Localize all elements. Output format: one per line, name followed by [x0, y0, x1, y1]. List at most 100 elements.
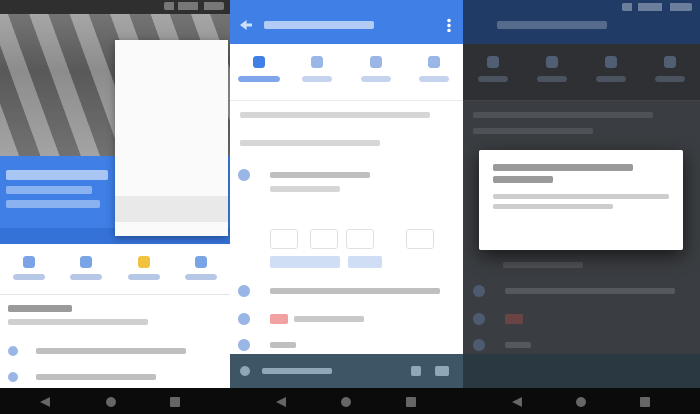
- list-item: [463, 276, 700, 306]
- action-item[interactable]: [0, 244, 58, 294]
- menu-item[interactable]: [115, 40, 228, 66]
- panel-3: [463, 0, 700, 388]
- tab[interactable]: [288, 44, 346, 100]
- system-nav-bar: [0, 388, 700, 414]
- status-bar: [0, 0, 230, 14]
- item-icon: [473, 339, 485, 351]
- action-icon: [80, 256, 93, 268]
- tab-icon: [605, 56, 618, 68]
- tab-icon: [427, 56, 440, 68]
- menu-item[interactable]: [115, 118, 228, 144]
- dialog-title-placeholder: [493, 164, 633, 171]
- tab-icon: [253, 56, 266, 68]
- bottom-sheet-dimmed: [463, 354, 700, 388]
- app-title-placeholder: [264, 21, 374, 29]
- action-row: [0, 244, 230, 294]
- back-icon[interactable]: [276, 397, 286, 407]
- tab: [463, 44, 522, 100]
- tab-icon: [486, 56, 499, 68]
- action-item[interactable]: [173, 244, 231, 294]
- home-icon[interactable]: [106, 397, 116, 407]
- tab-icon: [369, 56, 382, 68]
- tab[interactable]: [347, 44, 405, 100]
- item-icon: [238, 313, 250, 325]
- dialog-title-placeholder-2: [493, 176, 553, 183]
- home-icon[interactable]: [576, 397, 586, 407]
- back-icon[interactable]: [512, 397, 522, 407]
- item-icon: [8, 346, 18, 356]
- action-icon: [22, 256, 35, 268]
- item-icon: [8, 372, 18, 382]
- tag: [505, 314, 523, 324]
- chip[interactable]: [310, 229, 338, 249]
- chip[interactable]: [270, 229, 298, 249]
- details-section: [0, 294, 230, 388]
- status-icons: [622, 3, 692, 11]
- dialog-body-line: [493, 204, 613, 209]
- chip[interactable]: [406, 229, 434, 249]
- app-bar: [230, 0, 463, 44]
- tab-icon: [311, 56, 324, 68]
- tab: [641, 44, 700, 100]
- home-icon[interactable]: [341, 397, 351, 407]
- text-line: [503, 262, 583, 268]
- tab-icon: [545, 56, 558, 68]
- bottom-sheet[interactable]: [230, 354, 463, 388]
- panel-2: [230, 0, 463, 388]
- confirmation-dialog: [479, 150, 683, 250]
- text-line: [270, 186, 340, 192]
- list-item[interactable]: [230, 160, 463, 190]
- header-title-placeholder: [6, 170, 108, 180]
- header-subtitle-placeholder-2: [6, 200, 100, 208]
- recents-icon[interactable]: [170, 397, 180, 407]
- screenshot-collage: [0, 0, 700, 414]
- tab-bar: [230, 44, 463, 101]
- back-icon[interactable]: [40, 397, 50, 407]
- text-line: [240, 112, 430, 118]
- text-line: [473, 112, 653, 118]
- tab[interactable]: [230, 44, 288, 100]
- tab: [582, 44, 641, 100]
- section-heading-placeholder: [8, 305, 72, 312]
- app-title-placeholder: [497, 21, 607, 29]
- recents-icon[interactable]: [640, 397, 650, 407]
- header-subtitle-placeholder: [6, 186, 92, 194]
- action-item[interactable]: [58, 244, 116, 294]
- menu-item[interactable]: [115, 196, 228, 222]
- menu-item[interactable]: [115, 66, 228, 92]
- status-icons: [164, 2, 224, 10]
- app-bar-dimmed: [463, 0, 700, 44]
- back-icon[interactable]: [240, 20, 252, 30]
- more-icon[interactable]: [447, 18, 451, 32]
- tab-icon: [664, 56, 677, 68]
- action-icon: [195, 256, 208, 268]
- tab: [522, 44, 581, 100]
- text-line: [473, 128, 593, 134]
- list-item[interactable]: [0, 365, 230, 388]
- recents-icon[interactable]: [406, 397, 416, 407]
- action-item[interactable]: [115, 244, 173, 294]
- item-icon: [238, 285, 250, 297]
- dialog-body-line: [493, 194, 669, 199]
- chip[interactable]: [346, 229, 374, 249]
- sheet-icon: [240, 366, 250, 376]
- list-item[interactable]: [230, 276, 463, 306]
- tag: [270, 314, 288, 324]
- star-icon: [137, 256, 150, 268]
- section-subtext-placeholder: [8, 319, 148, 325]
- menu-item[interactable]: [115, 144, 228, 170]
- sheet-action-icon-2[interactable]: [435, 366, 449, 376]
- menu-item[interactable]: [115, 170, 228, 196]
- panel-1: [0, 0, 230, 388]
- action-button[interactable]: [270, 256, 340, 268]
- item-icon: [238, 339, 250, 351]
- menu-item[interactable]: [115, 92, 228, 118]
- overflow-menu: [115, 40, 228, 236]
- item-icon: [473, 313, 485, 325]
- sheet-action-icon[interactable]: [411, 366, 421, 376]
- action-button[interactable]: [348, 256, 382, 268]
- tab[interactable]: [405, 44, 463, 100]
- text-line: [240, 140, 380, 146]
- list-item[interactable]: [0, 339, 230, 363]
- item-icon: [473, 285, 485, 297]
